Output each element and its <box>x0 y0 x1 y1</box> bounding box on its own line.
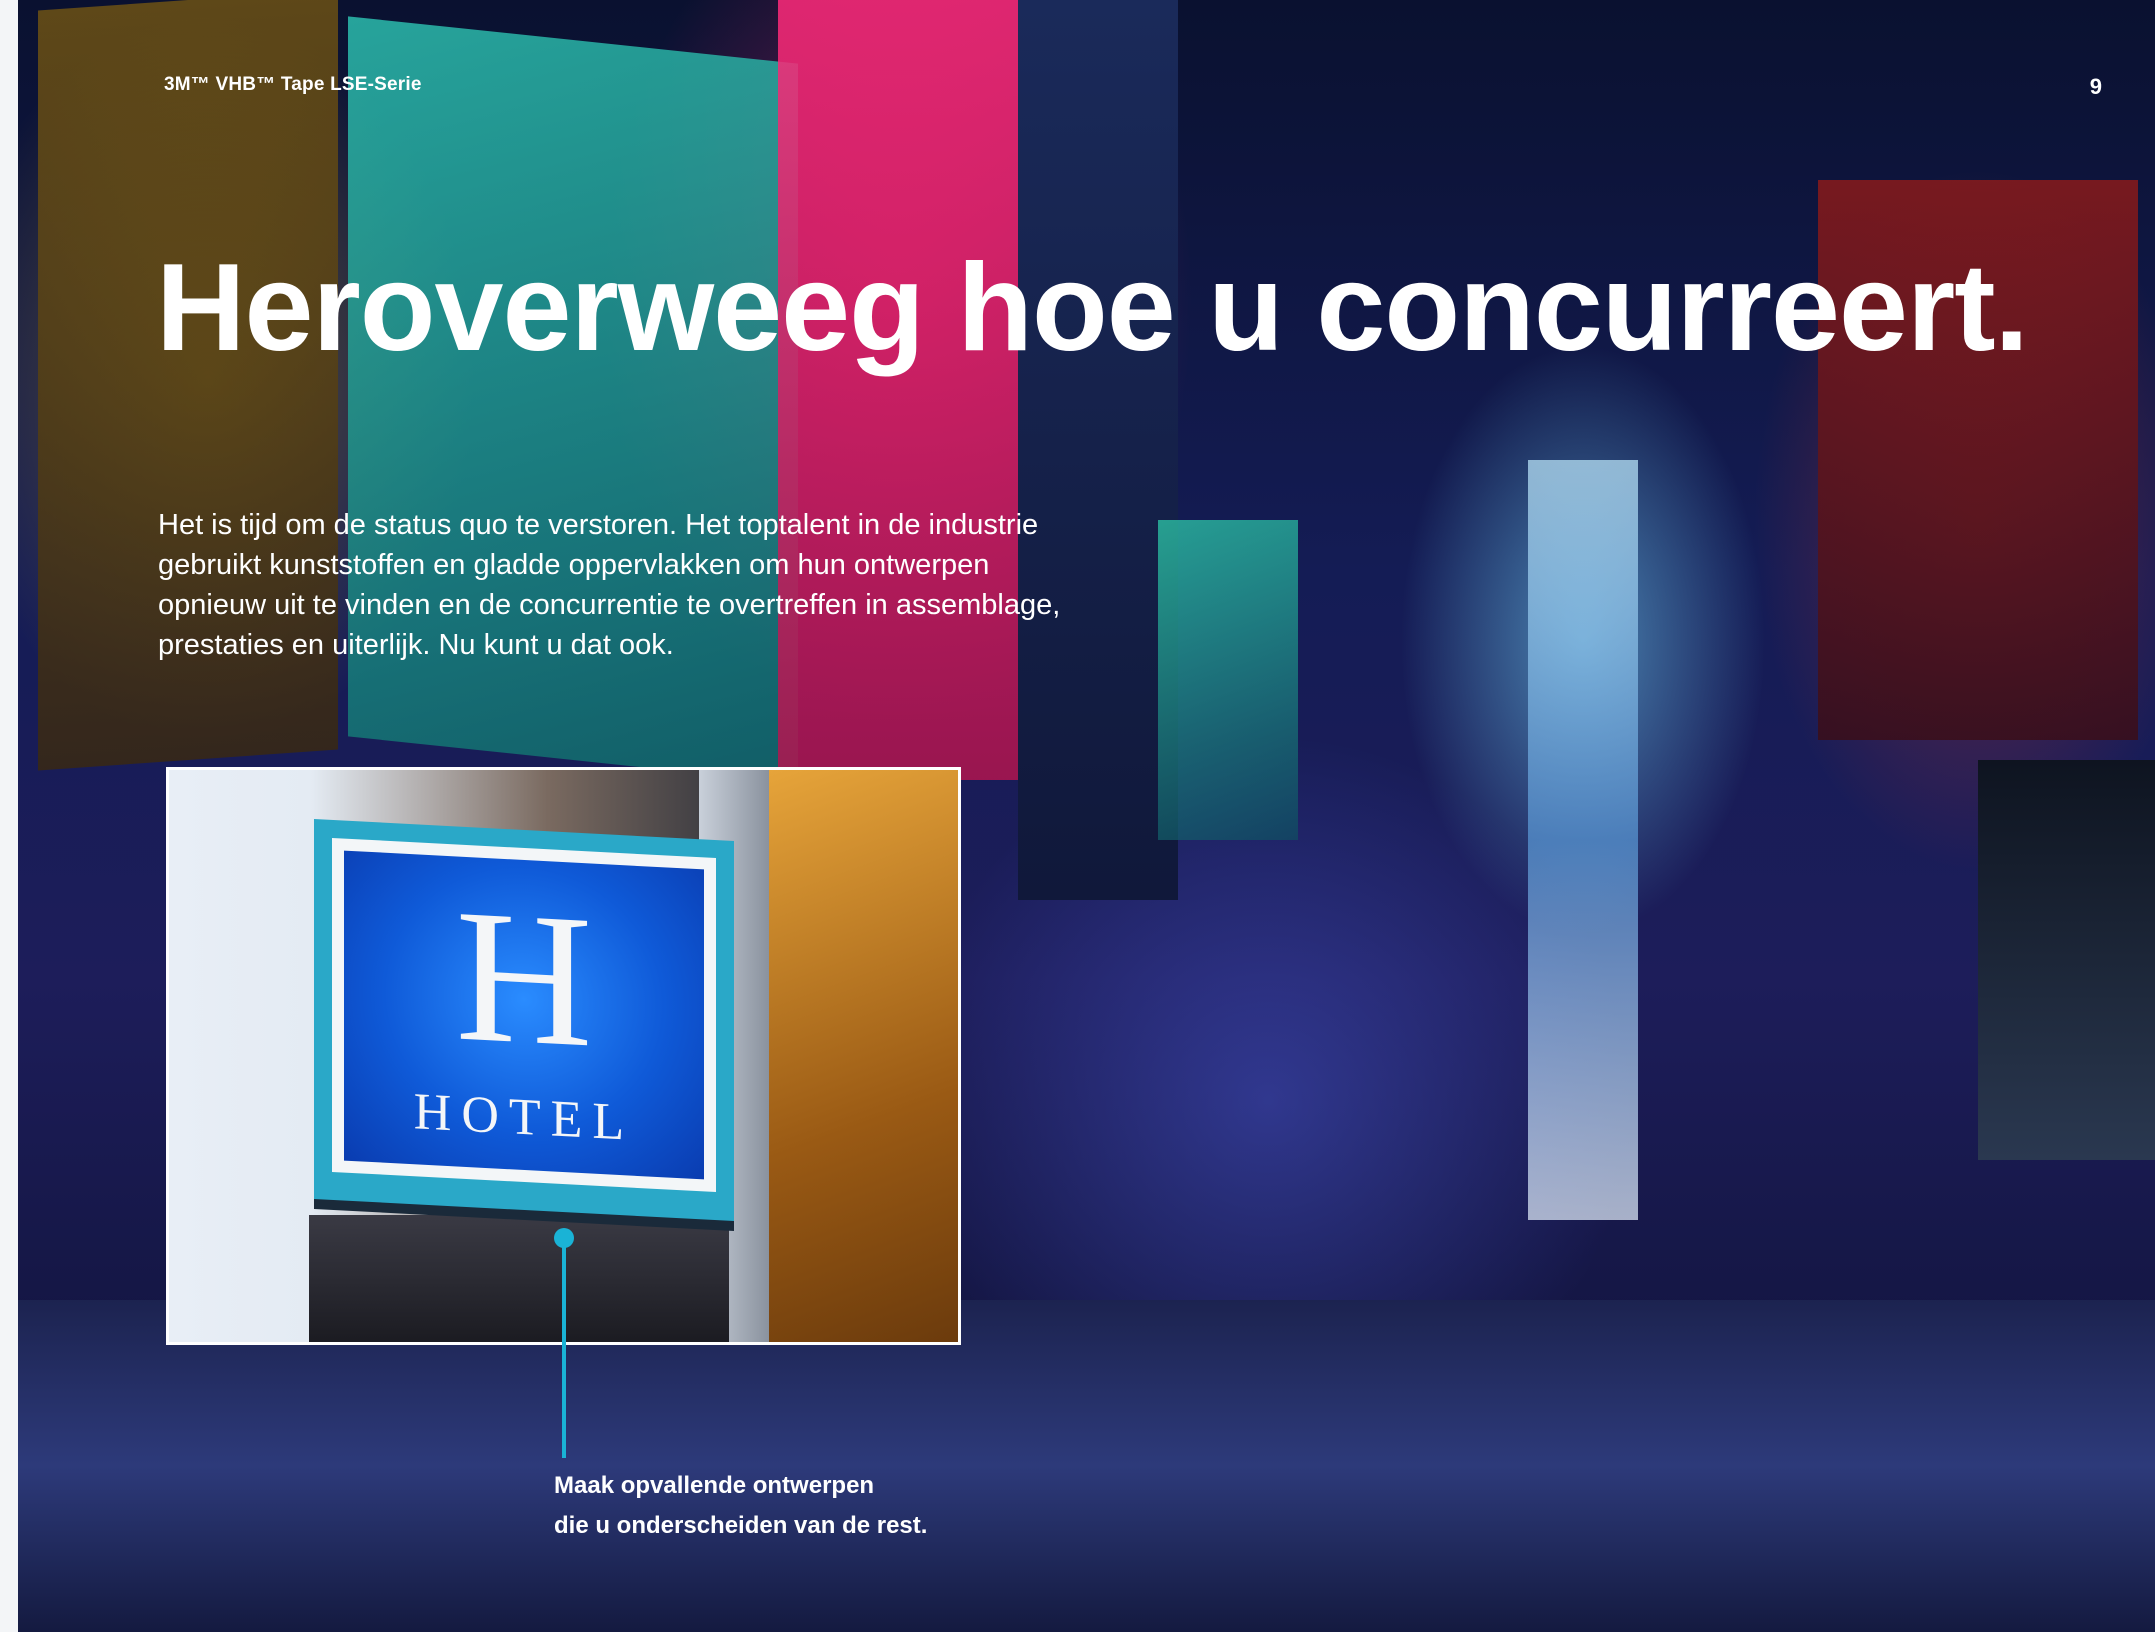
hotel-sign-panel: H HOTEL <box>344 850 704 1180</box>
hotel-sign: H HOTEL <box>314 818 734 1222</box>
callout-caption: Maak opvallende ontwerpen die u ondersch… <box>554 1466 1114 1546</box>
background-billboard <box>348 16 798 784</box>
background-billboard <box>1158 520 1298 840</box>
photo-awning <box>309 1215 729 1342</box>
background-billboard <box>1978 760 2155 1160</box>
hotel-sign-word: HOTEL <box>413 1082 635 1152</box>
page-title: Heroverweeg hoe u concurreert. <box>156 239 2029 377</box>
page: 3M™ VHB™ Tape LSE-Serie 9 Heroverweeg ho… <box>18 0 2155 1632</box>
series-label: 3M™ VHB™ Tape LSE-Serie <box>164 74 422 95</box>
callout-caption-line2: die u onderscheiden van de rest. <box>554 1512 928 1539</box>
page-number: 9 <box>2089 74 2102 99</box>
photo-wood-panel <box>769 770 958 1342</box>
callout-caption-line1: Maak opvallende ontwerpen <box>554 1472 875 1499</box>
intro-paragraph: Het is tijd om de status quo te verstore… <box>158 509 1061 661</box>
background-building <box>1018 0 1178 900</box>
background-tower-screen <box>1528 460 1638 1220</box>
hotel-sign-letter: H <box>455 869 593 1088</box>
callout-line <box>562 1240 566 1458</box>
